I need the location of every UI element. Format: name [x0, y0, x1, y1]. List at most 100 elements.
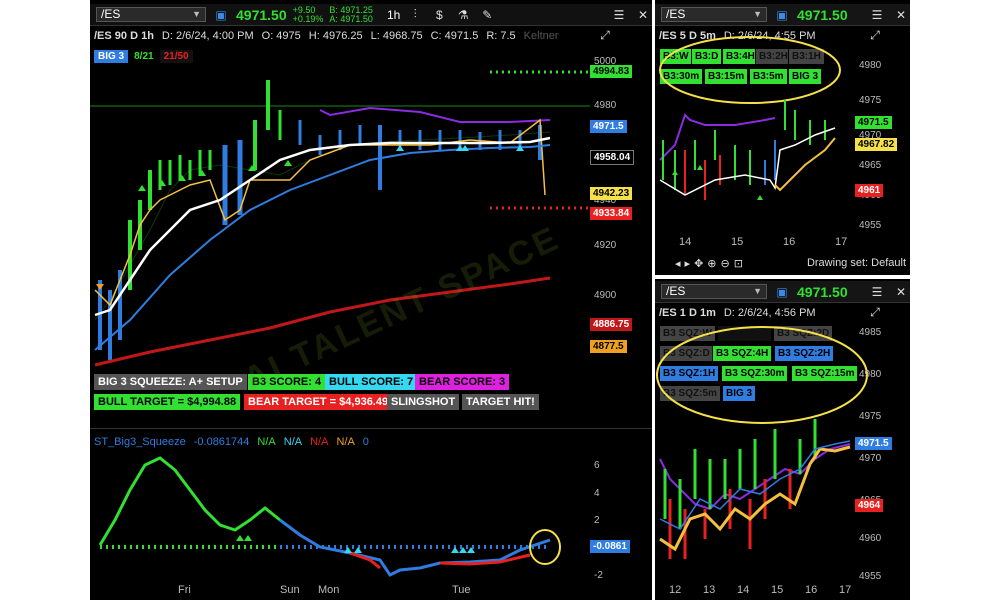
tr-x-axis: 14 15 16 17 [655, 236, 855, 250]
price-tag-last: 4971.5 [590, 120, 627, 133]
study-info-line: ST_Big3_Squeeze -0.0861744 N/A N/A N/A N… [90, 433, 652, 451]
collapse-icon[interactable]: ⤢ [596, 28, 614, 43]
study-na-2: N/A [283, 436, 303, 448]
target-hit-label: TARGET HIT! [462, 394, 539, 410]
collapse-icon[interactable]: ⤢ [866, 28, 884, 43]
axis-label: 4920 [594, 240, 617, 251]
main-x-axis: Fri Sun Mon Tue [90, 584, 590, 600]
study-name: ST_Big3_Squeeze [94, 436, 186, 448]
br-symbol-selector[interactable]: /ES ▼ [661, 284, 767, 299]
tr-symbol-selector[interactable]: /ES ▼ [661, 7, 767, 22]
timeframe-button[interactable]: 1h [387, 8, 400, 22]
x-label: 14 [737, 584, 750, 596]
axis-label: 6 [594, 460, 600, 471]
red-ma [94, 276, 551, 367]
slingshot-label: SLINGSHOT [387, 394, 460, 410]
axis-label: 4955 [859, 571, 882, 582]
axis-label: 4980 [594, 100, 617, 111]
tr-toolbar: /ES ▼ ▣ 4971.50 ☰ ✕ [655, 4, 910, 26]
menu-icon[interactable]: ☰ [868, 285, 886, 299]
axis-label: 4 [594, 488, 600, 499]
flask-icon[interactable]: ⚗ [454, 8, 472, 22]
menu-icon[interactable]: ☰ [868, 8, 886, 22]
pan-icon[interactable]: ✥ [694, 257, 703, 270]
purple-line [319, 106, 551, 123]
b3-score-label: B3 SCORE: 4 [248, 374, 326, 390]
menu-icon[interactable]: ☰ [610, 8, 628, 22]
br-toolbar: /ES ▼ ▣ 4971.50 ☰ ✕ [655, 281, 910, 303]
price-tag-yellow: 4942.23 [590, 187, 633, 200]
br-last-price: 4971.50 [797, 283, 848, 300]
x-label: 13 [703, 584, 716, 596]
price-tag-bull-target: 4994.83 [590, 65, 633, 78]
main-chart-panel: /ES ▼ ▣ 4971.50 +9.50 +0.19% B: 4971.25 … [90, 0, 652, 600]
axis-label: 4960 [859, 533, 882, 544]
close-icon[interactable]: ✕ [892, 8, 910, 22]
tr-axis: 4980 4975 4970 4965 4960 4955 4971.5 496… [855, 50, 910, 231]
study-na-1: N/A [257, 436, 276, 448]
bear-score-label: BEAR SCORE: 3 [415, 374, 510, 390]
tr-last-price: 4971.50 [797, 6, 848, 23]
study-na-3: N/A [310, 436, 329, 448]
axis-label: 4980 [859, 60, 882, 71]
x-label: 14 [679, 236, 692, 248]
tr-price-plot [659, 100, 836, 200]
price-tag-orange: 4877.5 [590, 340, 627, 353]
scroll-right-icon[interactable]: ▸ [685, 257, 691, 270]
drawing-icon[interactable]: ✎ [478, 8, 496, 22]
zoom-in-icon[interactable]: ⊕ [707, 257, 716, 270]
close-icon[interactable]: ✕ [634, 8, 652, 22]
ohlc-high: H: 4976.25 [308, 30, 363, 42]
pane-divider[interactable] [90, 428, 652, 429]
chart-info: /ES 90 D 1h [94, 30, 154, 42]
br-price-tag-last: 4971.5 [855, 437, 892, 450]
tr-symbol-text: /ES [666, 7, 686, 21]
br-price-tag-red: 4964 [855, 499, 884, 512]
link-icon[interactable]: ▣ [773, 285, 791, 299]
study-value: -0.0861744 [193, 436, 250, 448]
x-label: Fri [178, 584, 191, 596]
main-axis: 5000 4980 4960 4940 4920 4900 4994.83 49… [590, 50, 652, 370]
tr-drawing-toolbar: ◂ ▸ ✥ ⊕ ⊖ ⊡ Drawing set: Default [655, 254, 910, 272]
drawing-set-label[interactable]: Drawing set: Default [807, 257, 906, 269]
br-annotation-ellipse [656, 326, 868, 424]
chevron-down-icon: ▼ [753, 9, 762, 19]
link-icon[interactable]: ▣ [212, 8, 230, 22]
change-pct: +0.19% [292, 13, 324, 24]
bull-target-label: BULL TARGET = $4,994.88 [94, 394, 241, 410]
ask-value: A: 4971.50 [329, 13, 373, 24]
blue-ma [94, 144, 551, 351]
symbol-selector[interactable]: /ES ▼ [96, 7, 206, 22]
axis-label: 4965 [859, 160, 882, 171]
bull-score-label: BULL SCORE: 7 [325, 374, 418, 390]
link-icon[interactable]: ▣ [773, 8, 791, 22]
zoom-out-icon[interactable]: ⊖ [721, 257, 730, 270]
tr-price-tag-last: 4971.5 [855, 116, 892, 129]
bid-ask-block: B: 4971.25 A: 4971.50 [329, 5, 373, 24]
studies-icon[interactable]: $ [430, 8, 448, 22]
price-tag-dark-red: 4886.75 [590, 318, 633, 331]
study-faded: Keltner [523, 30, 559, 42]
study-axis: 6 4 2 0 -2 -0.0861 [590, 450, 652, 581]
ohlc-open: O: 4975 [261, 30, 301, 42]
squeeze-histogram [98, 456, 561, 577]
x-label: 15 [731, 236, 744, 248]
x-label: 17 [835, 236, 848, 248]
x-label: Mon [318, 584, 340, 596]
chevron-down-icon: ▼ [753, 286, 762, 296]
br-axis: 4985 4980 4975 4970 4965 4960 4955 4971.… [855, 323, 910, 583]
study-value-tag: -0.0861 [590, 540, 630, 553]
candle-style-icon[interactable]: ⫶ [406, 7, 424, 22]
x-label: Sun [280, 584, 300, 596]
chart-date: D: 2/6/24, 4:00 PM [161, 30, 254, 42]
scroll-left-icon[interactable]: ◂ [675, 257, 681, 270]
br-price-plot [659, 419, 851, 559]
x-label: Tue [452, 584, 471, 596]
close-icon[interactable]: ✕ [892, 285, 910, 299]
axis-label: 4980 [859, 369, 882, 380]
x-label: 17 [839, 584, 852, 596]
fit-icon[interactable]: ⊡ [734, 257, 743, 270]
axis-label: 4900 [594, 290, 617, 301]
x-label: 15 [771, 584, 784, 596]
price-tag-ma: 4958.04 [590, 150, 635, 165]
